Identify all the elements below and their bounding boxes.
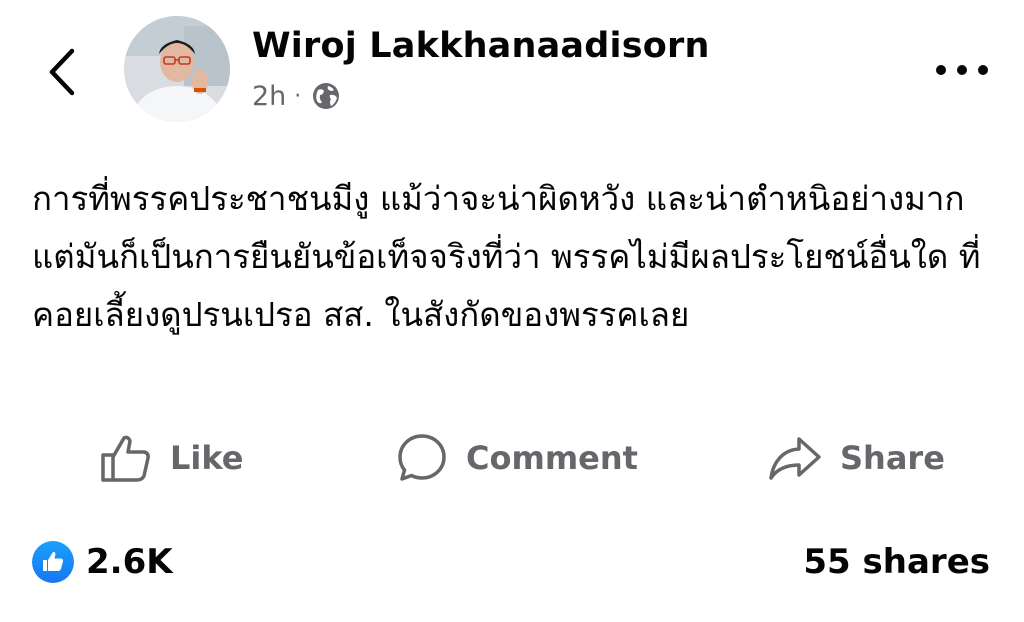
comment-label: Comment [466,439,638,477]
action-bar: Like Comment Share [0,420,1024,496]
like-label: Like [170,439,244,477]
author-name[interactable]: Wiroj Lakkhanaadisorn [252,26,710,66]
chevron-left-icon [49,48,75,96]
shares-count[interactable]: 55 shares [803,530,990,594]
post-text: การที่พรรคประชาชนมีงู แม้ว่าจะน่าผิดหวัง… [32,179,981,334]
meta-separator: · [294,83,302,109]
globe-icon[interactable] [311,81,341,111]
like-reaction-icon [32,541,74,583]
post-time[interactable]: 2h [252,81,286,112]
share-button[interactable]: Share [768,420,945,496]
share-arrow-icon [769,437,821,480]
comment-bubble-icon [398,434,446,481]
post-footer: 2.6K 55 shares [0,530,1024,594]
share-label: Share [840,439,945,477]
comment-button[interactable]: Comment [396,420,638,496]
post-view: Wiroj Lakkhanaadisorn 2h · การที่พรรคประ… [0,0,1024,622]
reaction-count: 2.6K [86,542,173,582]
back-button[interactable] [36,42,88,102]
more-options-button[interactable] [930,52,994,88]
thumbs-up-icon [101,435,150,482]
like-button[interactable]: Like [100,420,243,496]
avatar-image [124,16,230,122]
more-horizontal-icon [936,65,988,75]
post-meta: 2h · [252,78,341,114]
reaction-summary[interactable]: 2.6K [32,530,173,594]
avatar[interactable] [124,16,230,122]
